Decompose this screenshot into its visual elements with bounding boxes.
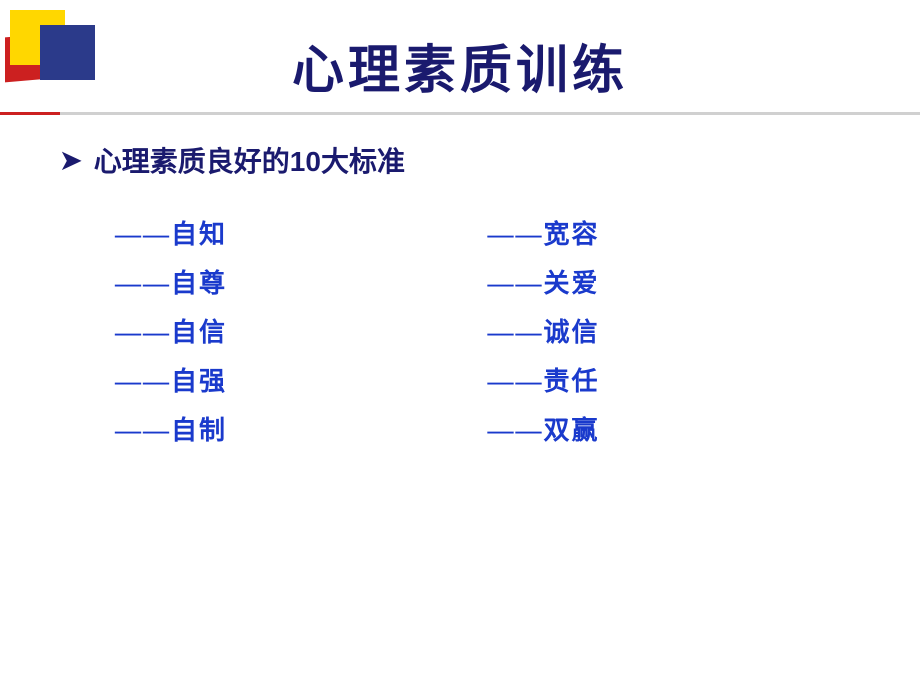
arrow-icon: ➤ — [60, 145, 82, 176]
list-item: ——自知 — [115, 208, 488, 257]
content-area: ➤ 心理素质良好的10大标准 ——自知 ——宽容 ——自尊 ——关爱 ——自信 … — [60, 140, 860, 453]
list-item: ——自强 — [115, 355, 488, 404]
list-item: ——自信 — [115, 306, 488, 355]
list-item: ——宽容 — [488, 208, 861, 257]
slide: 心理素质训练 ➤ 心理素质良好的10大标准 ——自知 ——宽容 ——自尊 ——关… — [0, 0, 920, 690]
list-item: ——责任 — [488, 355, 861, 404]
items-grid: ——自知 ——宽容 ——自尊 ——关爱 ——自信 ——诚信 ——自强 ——责任 — [115, 208, 860, 453]
list-item: ——双赢 — [488, 404, 861, 453]
slide-title: 心理素质训练 — [0, 28, 920, 103]
section-heading: ➤ 心理素质良好的10大标准 — [60, 140, 860, 180]
list-item: ——关爱 — [488, 257, 861, 306]
section-title: 心理素质良好的10大标准 — [94, 140, 405, 180]
blue-block — [40, 25, 95, 80]
list-item: ——自尊 — [115, 257, 488, 306]
divider-line — [0, 112, 920, 115]
list-item: ——诚信 — [488, 306, 861, 355]
list-item: ——自制 — [115, 404, 488, 453]
